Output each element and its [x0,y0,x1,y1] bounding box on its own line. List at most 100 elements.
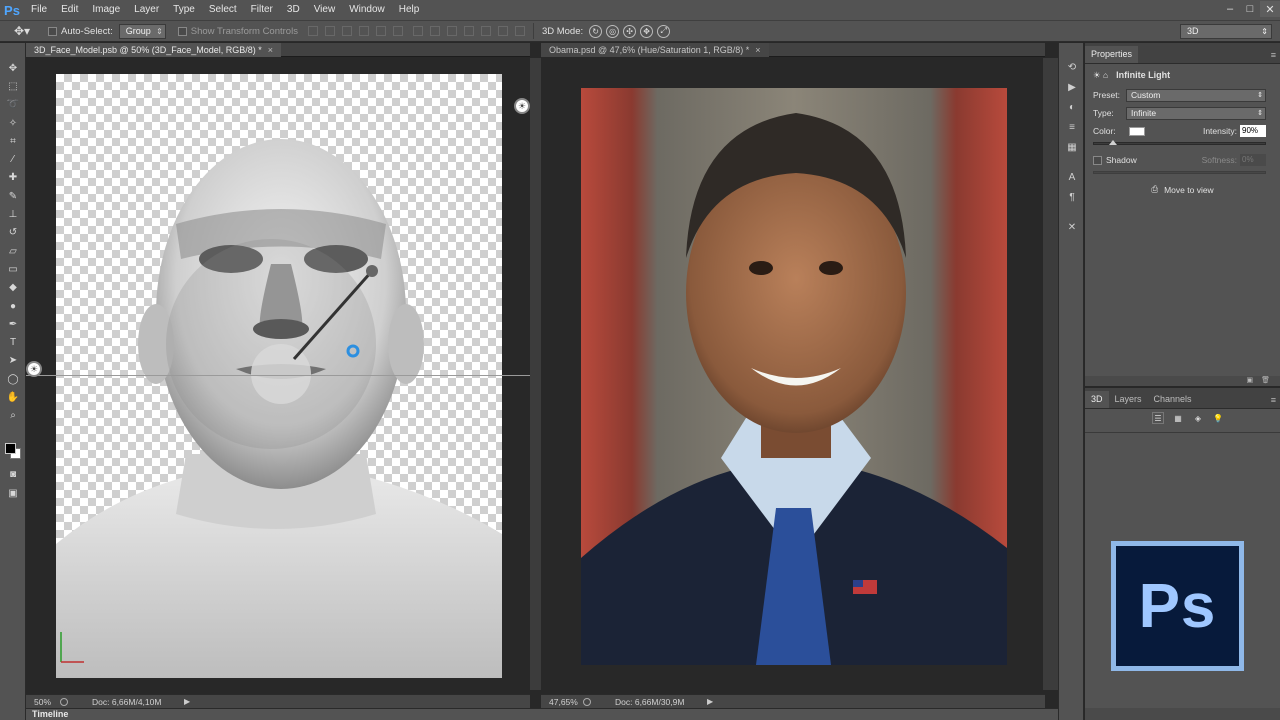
distribute-vcenter-icon[interactable] [429,26,440,36]
vertical-scrollbar[interactable] [1043,58,1058,690]
align-hcenter-icon[interactable] [375,26,386,36]
actions-panel-icon[interactable]: ▶ [1059,77,1085,97]
tab-channels[interactable]: Channels [1148,391,1198,408]
zoom-level[interactable]: 47,65% [549,697,579,707]
document-tab[interactable]: 3D_Face_Model.psb @ 50% (3D_Face_Model, … [26,43,282,57]
panel-menu-icon[interactable]: ≡ [1271,395,1276,405]
softness-slider[interactable] [1093,171,1266,174]
align-left-icon[interactable] [358,26,369,36]
light-color-swatch[interactable] [1128,126,1145,136]
tab-3d[interactable]: 3D [1085,391,1109,408]
close-tab-icon[interactable]: × [755,43,760,57]
shadow-checkbox[interactable] [1093,155,1102,165]
softness-input[interactable]: 0% [1240,154,1266,166]
menu-layer[interactable]: Layer [127,0,166,20]
auto-select-checkbox[interactable]: Auto-Select: [48,26,113,37]
auto-align-icon[interactable] [514,26,525,36]
foreground-color-swatch[interactable] [5,443,16,454]
close-tab-icon[interactable]: × [268,43,273,57]
distribute-left-icon[interactable] [463,26,474,36]
intensity-slider[interactable] [1093,140,1266,145]
menu-image[interactable]: Image [85,0,127,20]
menu-edit[interactable]: Edit [54,0,85,20]
distribute-top-icon[interactable] [412,26,423,36]
tab-layers[interactable]: Layers [1109,391,1148,408]
rotate-3d-icon[interactable]: ↻ [589,24,603,38]
lasso-tool-icon[interactable]: ➰ [0,96,26,114]
maximize-button[interactable]: □ [1240,1,1260,17]
clone-stamp-tool-icon[interactable]: ⊥ [0,205,26,223]
slide-3d-icon[interactable]: ✥ [640,24,654,38]
tool-presets-icon[interactable]: ✕ [1059,217,1085,237]
workspace-dropdown[interactable]: 3D [1180,24,1272,39]
menu-3d[interactable]: 3D [280,0,307,20]
auto-select-dropdown[interactable]: Group [118,23,166,39]
menu-select[interactable]: Select [202,0,244,20]
type-dropdown[interactable]: Infinite [1126,106,1266,120]
quick-mask-icon[interactable]: ◙ [0,465,26,483]
align-right-icon[interactable] [392,26,403,36]
shape-tool-icon[interactable]: ◯ [0,370,26,388]
magic-wand-tool-icon[interactable]: ✧ [0,114,26,132]
screen-mode-icon[interactable]: ▣ [0,484,26,502]
adjustments-panel-icon[interactable]: ◐ [1059,97,1085,117]
new-icon[interactable]: ▣ [1246,376,1253,386]
distribute-hcenter-icon[interactable] [480,26,491,36]
roll-3d-icon[interactable]: ◎ [606,24,620,38]
menu-filter[interactable]: Filter [244,0,280,20]
properties-panel-icon[interactable]: ≡ [1059,117,1085,137]
healing-brush-tool-icon[interactable]: ✚ [0,169,26,187]
status-info-icon[interactable] [583,697,591,706]
hand-tool-icon[interactable]: ✋ [0,388,26,406]
meshes-icon[interactable]: ▦ [1173,413,1183,423]
panel-menu-icon[interactable]: ≡ [1271,50,1276,60]
scale-3d-icon[interactable]: ⤢ [657,24,671,38]
intensity-slider-handle[interactable] [1109,140,1118,145]
close-button[interactable]: ✕ [1260,1,1280,17]
blur-tool-icon[interactable]: ◆ [0,279,26,297]
crop-tool-icon[interactable]: ⌗ [0,132,26,150]
light-widget-icon[interactable]: ☀ [514,98,530,114]
preset-dropdown[interactable]: Custom [1126,88,1266,102]
drag-3d-icon[interactable]: ✣ [623,24,637,38]
distribute-bottom-icon[interactable] [446,26,457,36]
light-widget-icon[interactable]: ☀ [26,361,42,377]
move-tool-icon[interactable]: ✥▾ [14,24,36,38]
materials-icon[interactable]: ◈ [1193,413,1203,423]
show-transform-controls-checkbox[interactable]: Show Transform Controls [177,26,298,37]
marquee-tool-icon[interactable]: ⬚ [0,77,26,95]
document-tab[interactable]: Obama.psd @ 47,6% (Hue/Saturation 1, RGB… [541,43,769,57]
distribute-right-icon[interactable] [497,26,508,36]
history-brush-tool-icon[interactable]: ↺ [0,224,26,242]
canvas-portrait-photo[interactable] [581,88,1007,665]
paragraph-panel-icon[interactable]: ¶ [1059,187,1085,207]
history-panel-icon[interactable]: ⟲ [1059,57,1085,77]
dodge-tool-icon[interactable]: ● [0,297,26,315]
gradient-tool-icon[interactable]: ▭ [0,260,26,278]
brush-tool-icon[interactable]: ✎ [0,187,26,205]
eyedropper-tool-icon[interactable]: ⁄ [0,150,26,168]
status-menu-arrow-icon[interactable]: ▶ [184,697,190,706]
menu-help[interactable]: Help [392,0,427,20]
type-tool-icon[interactable]: T [0,333,26,351]
move-tool-icon[interactable]: ✥ [0,59,26,77]
pen-tool-icon[interactable]: ✒ [0,315,26,333]
tab-properties[interactable]: Properties [1085,46,1139,63]
menu-type[interactable]: Type [166,0,202,20]
whole-scene-icon[interactable]: ☰ [1152,412,1164,424]
path-selection-tool-icon[interactable]: ➤ [0,352,26,370]
align-top-icon[interactable] [307,26,318,36]
intensity-input[interactable]: 90% [1240,125,1266,137]
menu-file[interactable]: File [24,0,54,20]
zoom-level[interactable]: 50% [34,697,56,707]
move-to-view-button[interactable]: ⎙ Move to view [1085,184,1280,195]
minimize-button[interactable]: – [1220,1,1240,17]
menu-window[interactable]: Window [342,0,392,20]
status-menu-arrow-icon[interactable]: ▶ [707,697,713,706]
lights-icon[interactable]: 💡 [1213,413,1223,423]
align-vcenter-icon[interactable] [324,26,335,36]
zoom-tool-icon[interactable]: ⌕ [0,407,26,425]
canvas-3d-face-model[interactable] [56,74,502,678]
character-panel-icon[interactable]: A [1059,167,1085,187]
timeline-panel-tab[interactable]: Timeline [26,708,1058,720]
